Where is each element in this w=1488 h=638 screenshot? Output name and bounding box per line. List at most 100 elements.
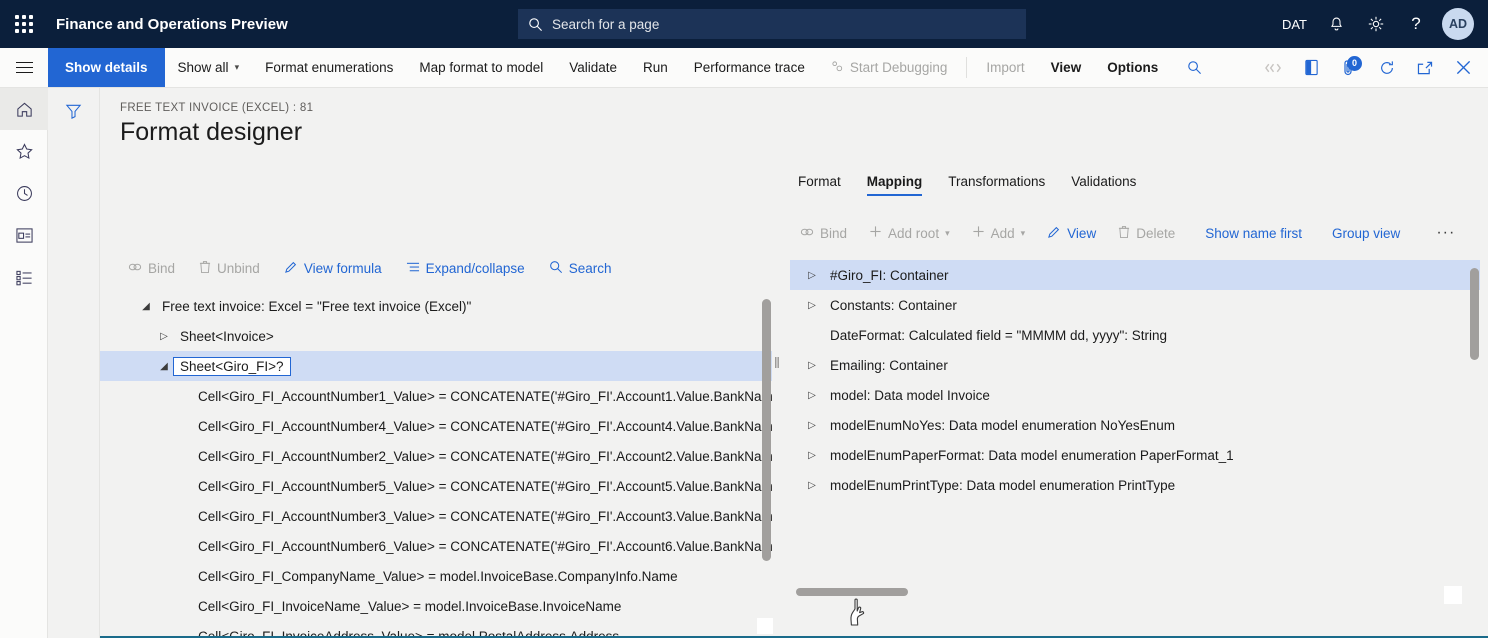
settings-gear-icon[interactable] xyxy=(1356,0,1396,48)
format-expand-collapse-label: Expand/collapse xyxy=(426,261,525,276)
tab-validations[interactable]: Validations xyxy=(1063,168,1152,198)
command-search-icon[interactable] xyxy=(1171,48,1218,87)
scrollbar-thumb[interactable] xyxy=(1470,268,1479,360)
cmd-show-all[interactable]: Show all ▾ xyxy=(165,48,253,87)
mapping-bind-label: Bind xyxy=(820,226,847,241)
mapping-add-root-label: Add root xyxy=(888,226,939,241)
mapping-view-label: View xyxy=(1067,226,1096,241)
mapping-tree-row-label: Emailing: Container xyxy=(830,358,948,373)
scrollbar-thumb[interactable] xyxy=(796,588,908,596)
mapping-tree[interactable]: ▷#Giro_FI: Container▷Constants: Containe… xyxy=(790,260,1480,520)
notification-bell-icon[interactable] xyxy=(1316,0,1356,48)
company-indicator[interactable]: DAT xyxy=(1273,0,1316,48)
format-tree-row[interactable]: ◢Free text invoice: Excel = "Free text i… xyxy=(100,291,772,321)
format-tree-row-label: Sheet<Giro_FI>? xyxy=(173,357,291,376)
rail-item-workspaces[interactable] xyxy=(0,214,48,256)
chevron-right-icon[interactable]: ▷ xyxy=(806,300,818,311)
mapping-tree-row[interactable]: ▷modelEnumPaperFormat: Data model enumer… xyxy=(790,440,1480,470)
cmd-show-all-label: Show all xyxy=(178,60,229,75)
format-tree-row[interactable]: Cell<Giro_FI_AccountNumber2_Value> = CON… xyxy=(100,441,772,471)
mapping-tree-row[interactable]: ▷ Emailing: Container xyxy=(790,350,1480,380)
format-tree-row-label: Sheet<Invoice> xyxy=(180,329,274,344)
format-view-formula-button[interactable]: View formula xyxy=(274,256,392,281)
chevron-right-icon[interactable]: ▷ xyxy=(806,270,818,281)
pencil-icon xyxy=(1047,225,1061,242)
chevron-down-icon[interactable]: ◢ xyxy=(140,301,152,312)
search-input[interactable] xyxy=(552,17,1016,32)
cmd-options[interactable]: Options xyxy=(1094,48,1171,87)
format-tree-row-label: Cell<Giro_FI_AccountNumber4_Value> = CON… xyxy=(198,419,772,434)
close-icon[interactable] xyxy=(1444,48,1482,88)
format-search-button[interactable]: Search xyxy=(539,256,622,281)
hamburger-menu-icon[interactable] xyxy=(0,48,48,87)
chevron-down-icon: ▾ xyxy=(945,228,950,239)
show-details-button[interactable]: Show details xyxy=(48,48,165,87)
cmd-validate[interactable]: Validate xyxy=(556,48,630,87)
mapping-tree-row[interactable]: ▷model: Data model Invoice xyxy=(790,380,1480,410)
open-in-new-window-icon[interactable] xyxy=(1406,48,1444,88)
mapping-tree-row[interactable]: ▷ modelEnumPrintType: Data model enumerat… xyxy=(790,470,1480,500)
mapping-tree-horizontal-scrollbar[interactable] xyxy=(796,588,1436,597)
format-tree-row[interactable]: Cell<Giro_FI_AccountNumber6_Value> = CON… xyxy=(100,531,772,561)
format-tree-row[interactable]: Cell<Giro_FI_AccountNumber1_Value> = CON… xyxy=(100,381,772,411)
format-tree-row[interactable]: Cell<Giro_FI_AccountNumber4_Value> = CON… xyxy=(100,411,772,441)
mapping-group-view-button[interactable]: Group view xyxy=(1322,222,1410,245)
format-tree-row[interactable]: Cell<Giro_FI_CompanyName_Value> = model.… xyxy=(100,561,772,591)
cmd-start-debugging-label: Start Debugging xyxy=(850,60,948,75)
chevron-right-icon[interactable]: ▷ xyxy=(806,450,818,461)
mapping-tree-row[interactable]: ▷modelEnumNoYes: Data model enumeration … xyxy=(790,410,1480,440)
tab-format[interactable]: Format xyxy=(790,168,857,198)
cmd-run[interactable]: Run xyxy=(630,48,681,87)
format-unbind-label: Unbind xyxy=(217,261,260,276)
panel-splitter[interactable]: ‖ xyxy=(772,88,782,638)
mapping-tree-row[interactable]: DateFormat: Calculated field = "MMMM dd,… xyxy=(790,320,1480,350)
app-title: Finance and Operations Preview xyxy=(56,16,288,33)
format-tree-row[interactable]: Cell<Giro_FI_AccountNumber3_Value> = CON… xyxy=(100,501,772,531)
mapping-overflow-menu-button[interactable]: ··· xyxy=(1426,220,1465,246)
attachment-paperclip-icon[interactable]: 0 xyxy=(1330,48,1368,88)
personalize-icon[interactable] xyxy=(1254,48,1292,88)
mapping-tree-row[interactable]: ▷Constants: Container xyxy=(790,290,1480,320)
mapping-tree-vertical-scrollbar[interactable] xyxy=(1470,260,1479,520)
tab-mapping[interactable]: Mapping xyxy=(859,168,939,198)
app-launcher-icon[interactable] xyxy=(0,0,48,48)
chevron-right-icon[interactable]: ▷ xyxy=(806,360,818,371)
format-expand-collapse-button[interactable]: Expand/collapse xyxy=(396,257,535,281)
rail-item-recent[interactable] xyxy=(0,172,48,214)
format-tree-vertical-scrollbar[interactable] xyxy=(761,291,772,638)
cmd-performance-trace[interactable]: Performance trace xyxy=(681,48,818,87)
chevron-right-icon[interactable]: ▷ xyxy=(806,390,818,401)
format-tree[interactable]: ◢Free text invoice: Excel = "Free text i… xyxy=(100,291,772,638)
format-tree-row[interactable]: Cell<Giro_FI_InvoiceName_Value> = model.… xyxy=(100,591,772,621)
cmd-format-enumerations[interactable]: Format enumerations xyxy=(252,48,406,87)
help-question-icon[interactable]: ? xyxy=(1396,0,1436,48)
global-search-box[interactable] xyxy=(518,9,1026,39)
page-title: Format designer xyxy=(120,118,302,147)
format-tree-row[interactable]: ▷ Sheet<Invoice> xyxy=(100,321,772,351)
chevron-right-icon[interactable]: ▷ xyxy=(806,480,818,491)
rail-item-modules[interactable] xyxy=(0,256,48,298)
rail-item-favorites[interactable] xyxy=(0,130,48,172)
attachments-pane-icon[interactable] xyxy=(1292,48,1330,88)
chevron-right-icon[interactable]: ▷ xyxy=(158,331,170,342)
search-icon xyxy=(549,260,563,277)
format-tree-row[interactable]: Cell<Giro_FI_AccountNumber5_Value> = CON… xyxy=(100,471,772,501)
avatar[interactable]: AD xyxy=(1442,8,1474,40)
chevron-down-icon[interactable]: ◢ xyxy=(158,361,170,372)
mapping-tree-row[interactable]: ▷#Giro_FI: Container xyxy=(790,260,1480,290)
tab-transformations[interactable]: Transformations xyxy=(940,168,1061,198)
mapping-tree-row-label: modelEnumPrintType: Data model enumerati… xyxy=(830,478,1175,493)
filter-funnel-icon[interactable] xyxy=(64,102,83,638)
rail-item-home[interactable] xyxy=(0,88,48,130)
chevron-right-icon[interactable]: ▷ xyxy=(806,420,818,431)
scrollbar-thumb[interactable] xyxy=(762,299,771,561)
cmd-map-format-to-model[interactable]: Map format to model xyxy=(406,48,556,87)
format-tree-row-label: Cell<Giro_FI_AccountNumber3_Value> = CON… xyxy=(198,509,772,524)
splitter-grip-icon: ‖ xyxy=(774,356,780,371)
refresh-icon[interactable] xyxy=(1368,48,1406,88)
mapping-view-button[interactable]: View xyxy=(1037,221,1106,246)
mapping-add-root-button: Add root ▾ xyxy=(859,221,960,245)
mapping-show-name-first-button[interactable]: Show name first xyxy=(1195,222,1312,245)
cmd-view[interactable]: View xyxy=(1038,48,1095,87)
format-tree-row[interactable]: ◢Sheet<Giro_FI>? xyxy=(100,351,772,381)
